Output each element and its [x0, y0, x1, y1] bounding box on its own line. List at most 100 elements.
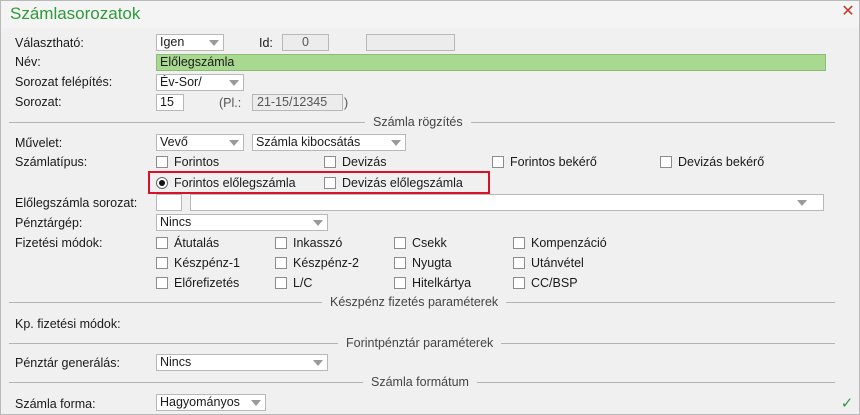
sorozat-input[interactable]: 15 [156, 94, 184, 111]
checkbox-label: Átutalás [174, 236, 220, 250]
checkbox-label: Devizás bekérő [678, 155, 765, 169]
chevron-down-icon [313, 360, 323, 366]
checkbox-cc-bsp[interactable]: CC/BSP [513, 275, 578, 291]
nev-label: Név: [15, 55, 41, 69]
checkbox-label: Inkasszó [293, 236, 343, 250]
szamla-forma-label: Számla forma: [15, 397, 96, 411]
sorozat-felepites-select[interactable]: Év-Sor/ [156, 74, 244, 91]
checkbox-label: L/C [293, 276, 313, 290]
checkbox-box [156, 257, 168, 269]
section-forintpenztar: Forintpénztár paraméterek [338, 335, 502, 351]
checkbox-forintos[interactable]: Forintos [156, 154, 219, 170]
checkbox-box [513, 237, 525, 249]
checkbox-utanvetel[interactable]: Utánvétel [513, 255, 584, 271]
checkbox-label: Készpénz-1 [174, 256, 241, 270]
section-keszpenz: Készpénz fizetés paraméterek [322, 294, 507, 310]
sorozat-felepites-value: Év-Sor/ [160, 75, 202, 89]
sorozat-hint-field: 21-15/12345 [252, 94, 343, 111]
szamla-forma-select[interactable]: Hagyományos [156, 394, 266, 411]
close-icon[interactable]: ✕ [839, 3, 857, 21]
radio-selected [156, 177, 168, 189]
checkbox-devizas[interactable]: Devizás [324, 154, 386, 170]
chevron-down-icon [229, 80, 239, 86]
checkbox-label: Nyugta [412, 256, 452, 270]
valaszthato-select[interactable]: Igen [156, 34, 224, 51]
penztargep-value: Nincs [160, 215, 192, 229]
chevron-down-icon [313, 220, 323, 226]
checkbox-forintos-bekero[interactable]: Forintos bekérő [492, 154, 597, 170]
section-szamla-formatum: Számla formátum [363, 374, 477, 390]
eloleg-sorozat-label: Előlegszámla sorozat: [15, 196, 138, 210]
muvelet-value: Vevő [160, 135, 188, 149]
sorozat-hint-open: (Pl.: [219, 96, 242, 110]
check-icon[interactable]: ✓ [837, 395, 857, 413]
muvelet-label: Művelet: [15, 136, 63, 150]
checkbox-label: Devizás előlegszámla [342, 176, 463, 190]
id-extra-field [366, 34, 455, 51]
penztargep-select[interactable]: Nincs [156, 214, 328, 231]
radio-forintos-eloleg[interactable]: Forintos előlegszámla [156, 175, 296, 191]
checkbox-label: CC/BSP [531, 276, 578, 290]
nev-input[interactable]: Előlegszámla [156, 54, 826, 71]
radio-label: Forintos előlegszámla [174, 176, 296, 190]
penztar-generalas-select[interactable]: Nincs [156, 354, 328, 371]
checkbox-label: Utánvétel [531, 256, 584, 270]
checkbox-box [156, 237, 168, 249]
checkbox-inkasszo[interactable]: Inkasszó [275, 235, 342, 251]
szamla-forma-value: Hagyományos [160, 395, 240, 409]
checkbox-box [513, 277, 525, 289]
checkbox-elorefizetes[interactable]: Előrefizetés [156, 275, 239, 291]
checkbox-lc[interactable]: L/C [275, 275, 312, 291]
eloleg-sorozat-select[interactable] [190, 194, 824, 211]
chevron-down-icon [229, 140, 239, 146]
sorozat-label: Sorozat: [15, 95, 62, 109]
penztargep-label: Pénztárgép: [15, 216, 83, 230]
chevron-down-icon [797, 200, 807, 206]
checkbox-label: Forintos bekérő [510, 155, 597, 169]
muvelet-type-value: Számla kibocsátás [256, 135, 361, 149]
checkbox-box [394, 237, 406, 249]
checkbox-csekk[interactable]: Csekk [394, 235, 447, 251]
muvelet-type-select[interactable]: Számla kibocsátás [252, 134, 406, 151]
checkbox-devizas-eloleg[interactable]: Devizás előlegszámla [324, 175, 463, 191]
checkbox-box [275, 257, 287, 269]
checkbox-label: Kompenzáció [531, 236, 607, 250]
checkbox-atutalas[interactable]: Átutalás [156, 235, 219, 251]
checkbox-box [156, 156, 168, 168]
chevron-down-icon [209, 40, 219, 46]
checkbox-box [324, 156, 336, 168]
checkbox-kompenzacio[interactable]: Kompenzáció [513, 235, 607, 251]
eloleg-sorozat-code[interactable] [156, 194, 182, 211]
checkbox-box [275, 237, 287, 249]
checkbox-label: Csekk [412, 236, 447, 250]
id-label: Id: [259, 36, 273, 50]
checkbox-keszpenz-2[interactable]: Készpénz-2 [275, 255, 359, 271]
dialog-window: Számlasorozatok ✕ Választható: Igen Id: … [0, 0, 860, 415]
sorozat-felepites-label: Sorozat felépítés: [15, 75, 113, 89]
checkbox-box [394, 257, 406, 269]
checkbox-box [156, 277, 168, 289]
valaszthato-value: Igen [160, 35, 185, 49]
valaszthato-label: Választható: [15, 36, 84, 50]
checkbox-box [394, 277, 406, 289]
checkbox-nyugta[interactable]: Nyugta [394, 255, 452, 271]
szamlatipus-label: Számlatípus: [15, 155, 88, 169]
checkbox-devizas-bekero[interactable]: Devizás bekérő [660, 154, 764, 170]
penztar-generalas-value: Nincs [160, 355, 192, 369]
checkbox-label: Devizás [342, 155, 387, 169]
fizetesi-modok-label: Fizetési módok: [15, 236, 103, 250]
window-title: Számlasorozatok [10, 4, 141, 23]
checkbox-box [660, 156, 672, 168]
section-szamla-rogzites: Számla rögzítés [365, 114, 471, 130]
checkbox-label: Hitelkártya [412, 276, 472, 290]
title-bar: Számlasorozatok ✕ [1, 1, 859, 28]
checkbox-label: Előrefizetés [174, 276, 240, 290]
checkbox-box [513, 257, 525, 269]
checkbox-box [492, 156, 504, 168]
checkbox-hitelkartya[interactable]: Hitelkártya [394, 275, 471, 291]
id-field: 0 [282, 34, 329, 51]
checkbox-label: Készpénz-2 [293, 256, 360, 270]
checkbox-keszpenz-1[interactable]: Készpénz-1 [156, 255, 240, 271]
sorozat-hint-close: ) [344, 96, 349, 110]
muvelet-select[interactable]: Vevő [156, 134, 244, 151]
